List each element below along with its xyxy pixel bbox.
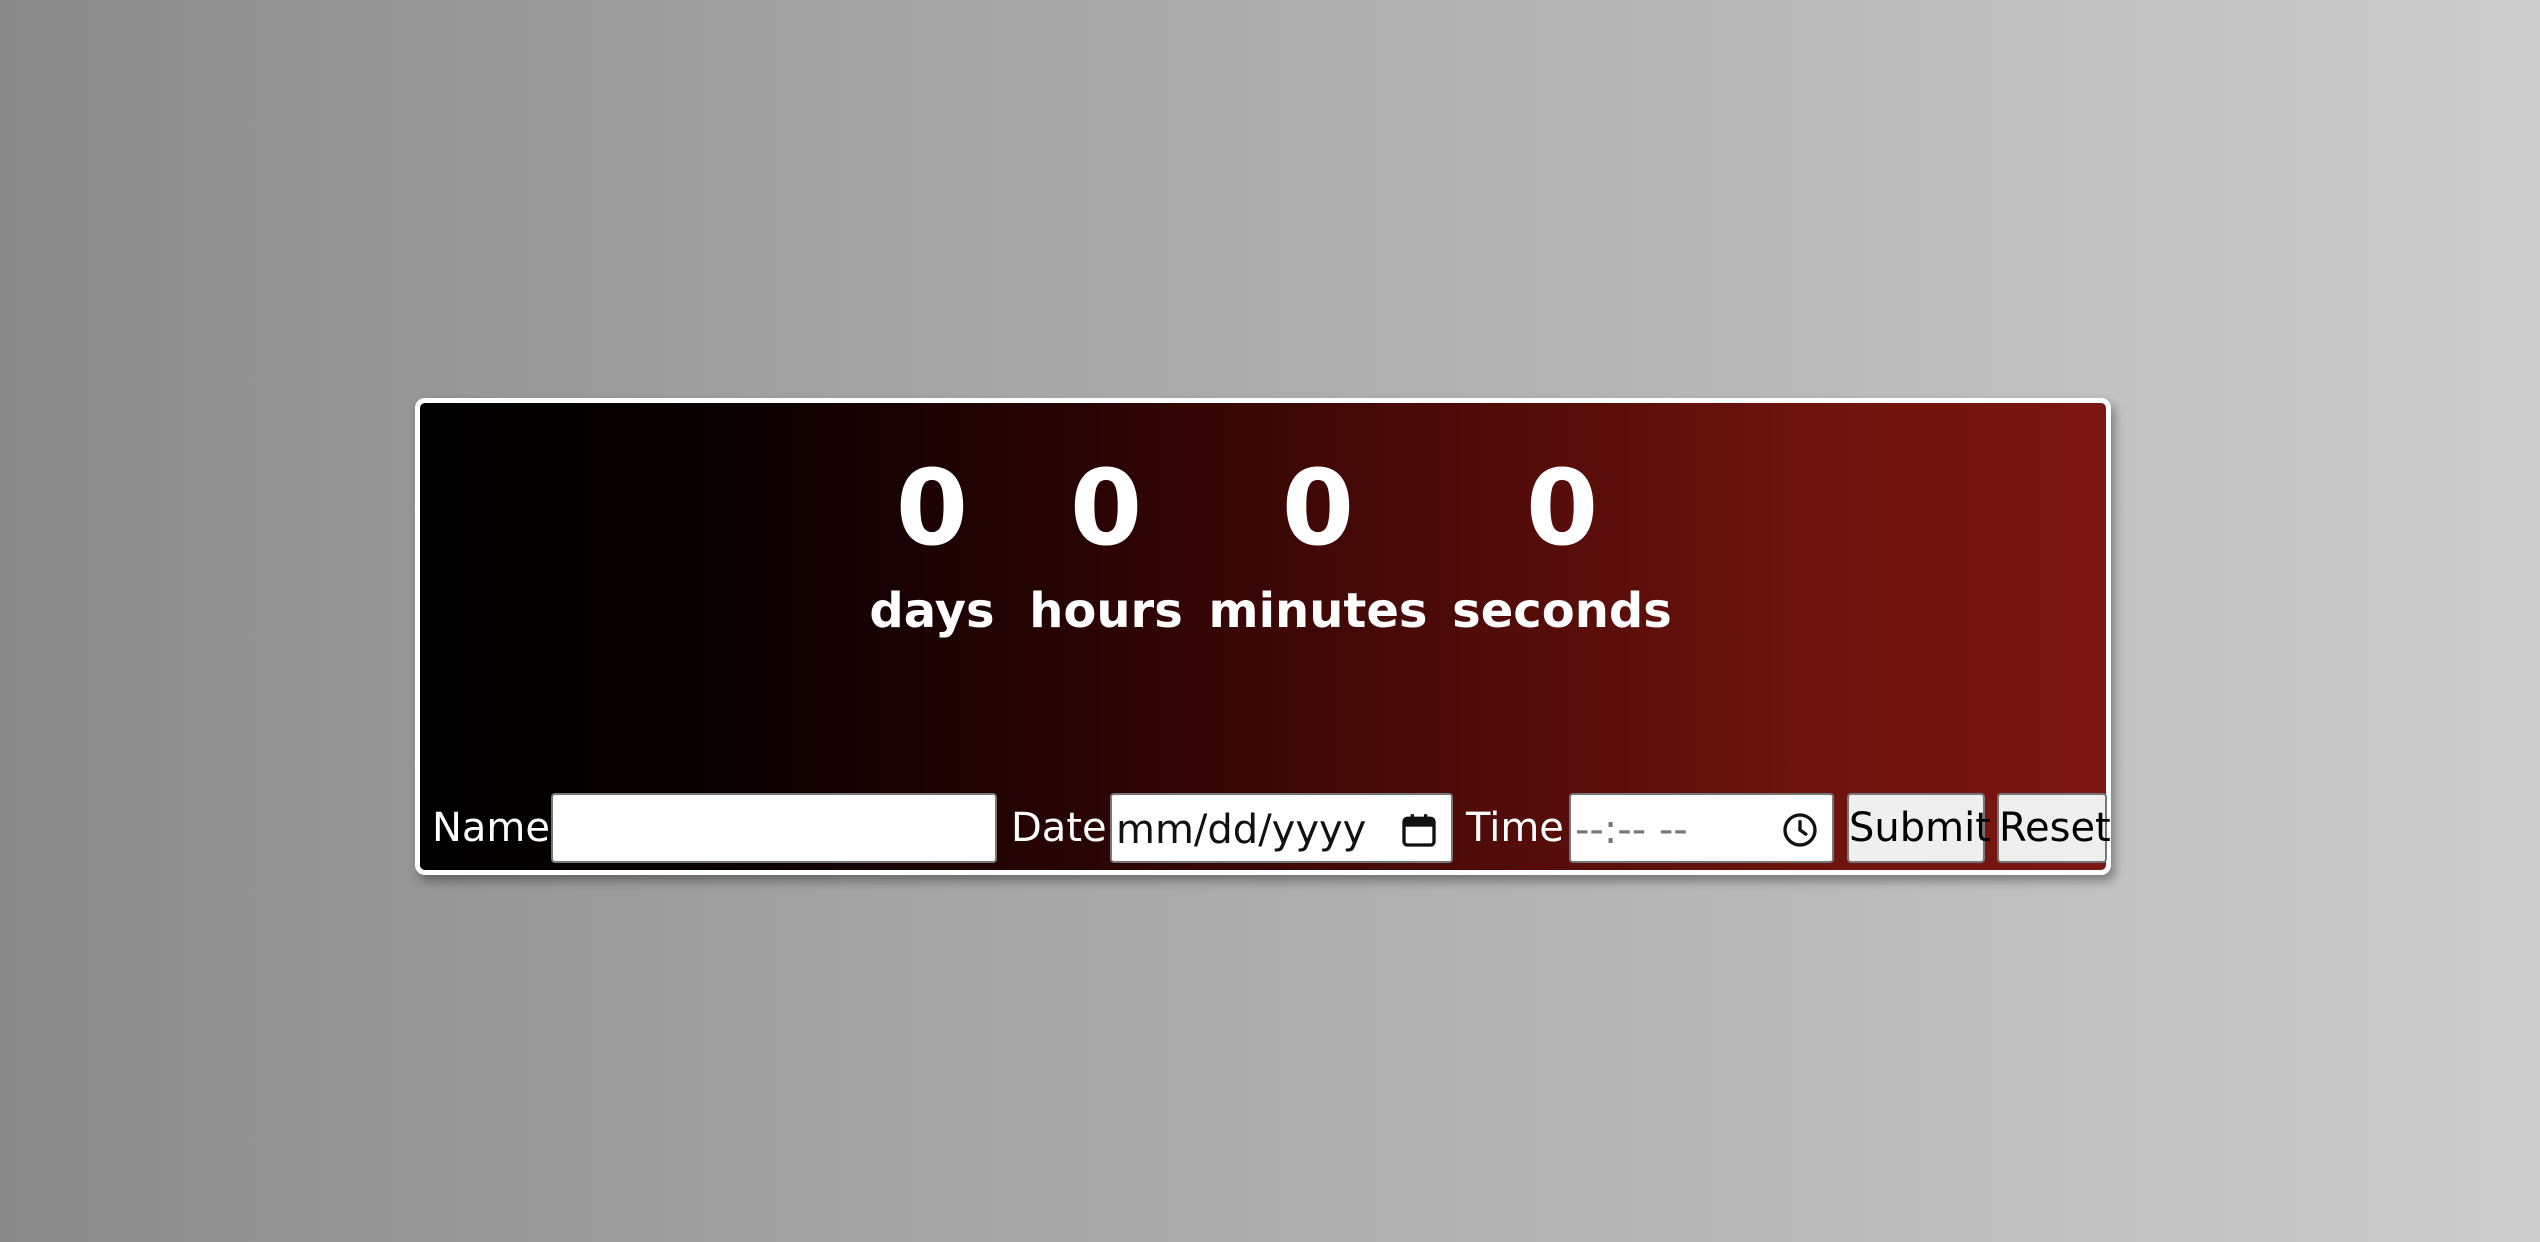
days-unit: 0 days (869, 443, 994, 641)
time-input[interactable]: --:-- -- (1569, 793, 1834, 863)
time-input-placeholder: --:-- -- (1575, 807, 1688, 853)
date-input-placeholder: mm/dd/yyyy (1116, 807, 1367, 853)
seconds-value: 0 (1525, 447, 1599, 569)
date-input[interactable]: mm/dd/yyyy (1110, 793, 1453, 863)
submit-button[interactable]: Submit (1847, 793, 1991, 863)
date-label: Date (1011, 805, 1107, 851)
countdown-display: 0 days 0 hours 0 minutes 0 seconds (420, 403, 2106, 663)
reset-button[interactable]: Reset (1997, 793, 2111, 863)
seconds-unit: 0 seconds (1452, 443, 1672, 641)
days-value: 0 (895, 447, 969, 569)
calendar-icon[interactable] (1399, 810, 1439, 850)
name-input[interactable] (551, 793, 997, 863)
hours-value: 0 (1069, 447, 1143, 569)
name-label: Name (432, 805, 551, 851)
clock-icon[interactable] (1780, 810, 1820, 850)
hours-label: hours (1029, 583, 1183, 639)
hours-unit: 0 hours (1029, 443, 1183, 641)
minutes-value: 0 (1281, 447, 1355, 569)
minutes-unit: 0 minutes (1209, 443, 1428, 641)
time-label: Time (1466, 805, 1564, 851)
days-label: days (869, 583, 995, 639)
countdown-card: 0 days 0 hours 0 minutes 0 seconds Name … (415, 398, 2111, 875)
minutes-label: minutes (1208, 583, 1428, 639)
countdown-form: Name Date mm/dd/yyyy Time --:-- -- Submi… (420, 793, 2111, 863)
seconds-label: seconds (1452, 583, 1672, 639)
